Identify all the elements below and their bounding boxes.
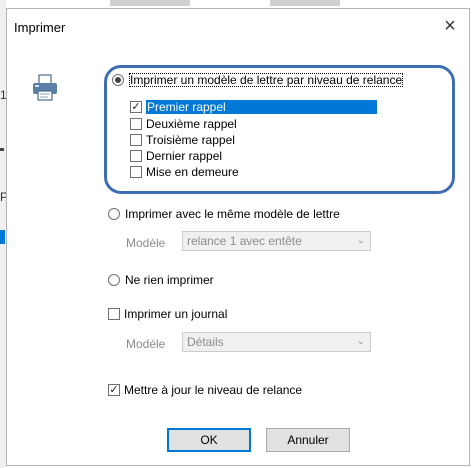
background-selection-fragment: [0, 230, 5, 244]
close-icon[interactable]: ×: [439, 16, 461, 38]
cancel-button[interactable]: Annuler: [266, 428, 350, 452]
model-select-letter[interactable]: relance 1 avec entête ⌄: [182, 231, 371, 251]
level-label: Mise en demeure: [146, 165, 239, 179]
level-item-deuxieme-rappel[interactable]: Deuxième rappel: [130, 117, 237, 131]
level-label: Deuxième rappel: [146, 117, 237, 131]
journal-checkbox[interactable]: [108, 308, 120, 320]
background-header-fragment: [110, 0, 190, 6]
level-label: Dernier rappel: [146, 149, 223, 163]
option-print-nothing-radio[interactable]: [108, 274, 120, 286]
background-divider: [0, 148, 4, 151]
option-print-nothing[interactable]: Ne rien imprimer: [108, 273, 214, 287]
update-level-checkbox[interactable]: ✓: [108, 384, 120, 396]
level-checkbox[interactable]: [130, 134, 142, 146]
level-item-premier-rappel[interactable]: ✓ Premier rappel: [130, 100, 377, 114]
print-dialog: Imprimer × Imprimer un modèle de lettre …: [6, 8, 470, 466]
update-level-label: Mettre à jour le niveau de relance: [124, 383, 303, 397]
option-letter-per-level[interactable]: Imprimer un modèle de lettre par niveau …: [112, 73, 404, 87]
level-item-dernier-rappel[interactable]: Dernier rappel: [130, 149, 222, 163]
model-select-journal[interactable]: Détails ⌄: [182, 332, 371, 352]
chevron-down-icon: ⌄: [356, 336, 365, 347]
level-item-mise-en-demeure[interactable]: Mise en demeure: [130, 165, 239, 179]
dialog-titlebar: Imprimer ×: [7, 9, 469, 43]
model-select-value: Détails: [187, 335, 224, 349]
level-label: Troisième rappel: [146, 133, 235, 147]
option-same-letter[interactable]: Imprimer avec le même modèle de lettre: [108, 207, 340, 221]
model-select-value: relance 1 avec entête: [187, 234, 302, 248]
level-item-troisieme-rappel[interactable]: Troisième rappel: [130, 133, 235, 147]
dialog-title: Imprimer: [14, 20, 66, 35]
chevron-down-icon: ⌄: [356, 235, 365, 246]
ok-button[interactable]: OK: [167, 428, 251, 452]
option-same-letter-radio[interactable]: [108, 208, 120, 220]
model-label: Modèle: [126, 236, 166, 250]
update-level-checkbox-row[interactable]: ✓ Mettre à jour le niveau de relance: [108, 383, 302, 397]
level-checkbox[interactable]: ✓: [130, 101, 142, 113]
option-print-nothing-label: Ne rien imprimer: [125, 273, 214, 287]
background-header-fragment: [270, 0, 340, 6]
option-same-letter-label: Imprimer avec le même modèle de lettre: [125, 207, 340, 221]
level-checkbox[interactable]: [130, 150, 142, 162]
level-checkbox[interactable]: [130, 118, 142, 130]
journal-label: Imprimer un journal: [124, 307, 228, 321]
level-checkbox[interactable]: [130, 166, 142, 178]
printer-icon: [33, 74, 57, 101]
model-label: Modèle: [126, 337, 166, 351]
option-letter-per-level-radio[interactable]: [112, 74, 124, 86]
level-label: Premier rappel: [146, 100, 377, 114]
journal-checkbox-row[interactable]: Imprimer un journal: [108, 307, 227, 321]
option-letter-per-level-label: Imprimer un modèle de lettre par niveau …: [129, 73, 404, 87]
